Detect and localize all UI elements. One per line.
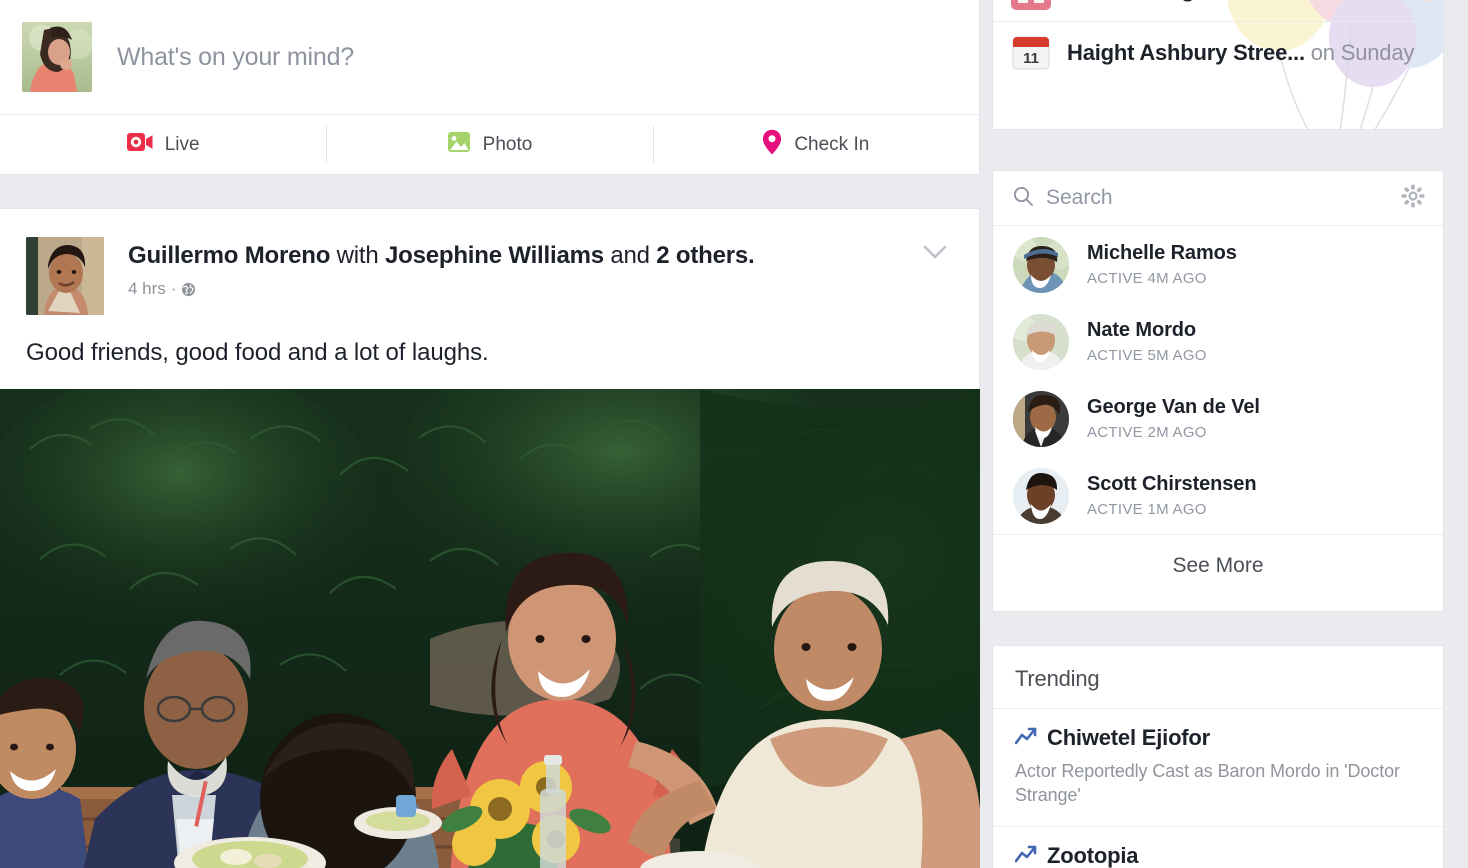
search-icon	[1013, 186, 1033, 211]
calendar-day-number: 11	[1023, 50, 1039, 67]
avatar	[1013, 390, 1069, 447]
post-tagged-person[interactable]: Josephine Williams	[385, 242, 604, 269]
post-header-text: Guillermo Moreno with Josephine Williams…	[128, 237, 755, 315]
post-timestamp[interactable]: 4 hrs	[128, 279, 166, 299]
trending-item-title-row: Zootopia	[1014, 842, 1421, 868]
photo-button[interactable]: Photo	[326, 115, 652, 174]
event-name: Haight Ashbury Stree...	[1067, 39, 1305, 65]
see-more-contacts-button[interactable]: See More	[993, 534, 1443, 596]
feed-column: What's on your mind? Live Photo Check In…	[0, 0, 980, 868]
post-photo[interactable]	[0, 389, 980, 868]
contact-row[interactable]: George Van de Vel ACTIVE 2M AGO	[993, 380, 1443, 457]
contact-info: Scott Chirstensen ACTIVE 1M AGO	[1087, 473, 1257, 518]
trend-arrow-icon	[1014, 843, 1037, 868]
post-with-word: with	[336, 242, 379, 269]
birthday-rest: and 2 others	[1194, 0, 1320, 2]
user-avatar[interactable]	[22, 22, 92, 92]
avatar	[1013, 467, 1069, 524]
contact-active-status: ACTIVE 2M AGO	[1087, 424, 1207, 441]
post-options-button[interactable]	[923, 245, 947, 265]
contact-name: Scott Chirstensen	[1087, 473, 1257, 495]
contacts-search-row: Search	[993, 171, 1443, 226]
facebook-newsfeed-page: What's on your mind? Live Photo Check In…	[0, 0, 1468, 868]
post-author-name[interactable]: Guillermo Moreno	[128, 242, 330, 269]
calendar-icon: 11	[1011, 33, 1051, 73]
contact-info: George Van de Vel ACTIVE 2M AGO	[1087, 396, 1260, 441]
birthday-text: Vivian Wang and 2 others	[1067, 0, 1320, 3]
contact-row[interactable]: Scott Chirstensen ACTIVE 1M AGO	[993, 457, 1443, 534]
trending-item-title: Chiwetel Ejiofor	[1047, 725, 1211, 750]
gear-icon[interactable]	[1401, 184, 1425, 213]
avatar	[1013, 313, 1069, 370]
event-rest: on Sunday	[1304, 39, 1415, 65]
photo-icon	[447, 131, 471, 158]
location-pin-icon	[762, 129, 782, 160]
status-composer-card: What's on your mind? Live Photo Check In	[0, 0, 980, 175]
video-camera-icon	[126, 132, 153, 157]
contact-info: Nate Mordo ACTIVE 5M AGO	[1087, 319, 1207, 364]
trend-arrow-icon	[1014, 725, 1037, 751]
trending-item-title-row: Chiwetel Ejiofor	[1014, 725, 1421, 751]
event-text: Haight Ashbury Stree... on Sunday	[1067, 40, 1414, 66]
contacts-card: Search Michelle Ramos ACTIVE 4M AGO Nate…	[992, 170, 1444, 612]
post-meta: 4 hrs ·	[128, 279, 755, 299]
contact-active-status: ACTIVE 5M AGO	[1087, 347, 1207, 364]
composer-action-bar: Live Photo Check In	[0, 114, 979, 174]
contact-name: George Van de Vel	[1087, 396, 1260, 418]
check-in-label: Check In	[794, 133, 870, 155]
meta-separator: ·	[170, 279, 177, 298]
trending-item-description: Actor Reportedly Cast as Baron Mordo in …	[1015, 761, 1400, 806]
post-body-text: Good friends, good food and a lot of lau…	[26, 339, 489, 366]
post-header: Guillermo Moreno with Josephine Williams…	[0, 209, 979, 315]
right-sidebar: Vivian Wang and 2 others 11 Haight Ashbu…	[980, 0, 1468, 868]
feed-post: Guillermo Moreno with Josephine Williams…	[0, 208, 980, 868]
contact-info: Michelle Ramos ACTIVE 4M AGO	[1087, 242, 1237, 287]
contacts-search-input[interactable]: Search	[1046, 186, 1401, 210]
live-video-button[interactable]: Live	[0, 115, 326, 174]
post-author-avatar[interactable]	[26, 237, 104, 315]
trending-title: Trending	[1015, 666, 1100, 691]
trending-item[interactable]: Chiwetel Ejiofor Actor Reportedly Cast a…	[993, 708, 1443, 826]
composer-placeholder[interactable]: What's on your mind?	[117, 22, 354, 92]
post-others-link[interactable]: 2 others.	[656, 242, 754, 269]
contact-row[interactable]: Michelle Ramos ACTIVE 4M AGO	[993, 226, 1443, 303]
check-in-button[interactable]: Check In	[652, 115, 979, 174]
birthday-notification-row[interactable]: Vivian Wang and 2 others	[993, 0, 1443, 21]
contact-name: Nate Mordo	[1087, 319, 1197, 341]
composer-input-row[interactable]: What's on your mind?	[0, 0, 979, 114]
post-title-line: Guillermo Moreno with Josephine Williams…	[128, 241, 755, 271]
event-notification-row[interactable]: 11 Haight Ashbury Stree... on Sunday	[993, 21, 1443, 83]
post-and-word: and	[610, 242, 650, 269]
birthday-name: Vivian Wang	[1067, 0, 1195, 2]
globe-icon[interactable]	[181, 282, 196, 297]
trending-item[interactable]: Zootopia	[993, 825, 1443, 868]
contact-row[interactable]: Nate Mordo ACTIVE 5M AGO	[993, 303, 1443, 380]
trending-card: Trending Chiwetel Ejiofor Actor Reported…	[992, 645, 1444, 868]
chevron-down-icon	[923, 245, 947, 264]
live-label: Live	[164, 133, 200, 155]
events-birthdays-card: Vivian Wang and 2 others 11 Haight Ashbu…	[992, 0, 1444, 130]
avatar	[1013, 236, 1069, 293]
trending-item-title: Zootopia	[1047, 842, 1139, 868]
photo-label: Photo	[482, 133, 533, 155]
contact-name: Michelle Ramos	[1087, 242, 1237, 264]
gift-icon	[1011, 0, 1051, 10]
contact-active-status: ACTIVE 4M AGO	[1087, 270, 1207, 287]
contact-active-status: ACTIVE 1M AGO	[1087, 501, 1207, 518]
